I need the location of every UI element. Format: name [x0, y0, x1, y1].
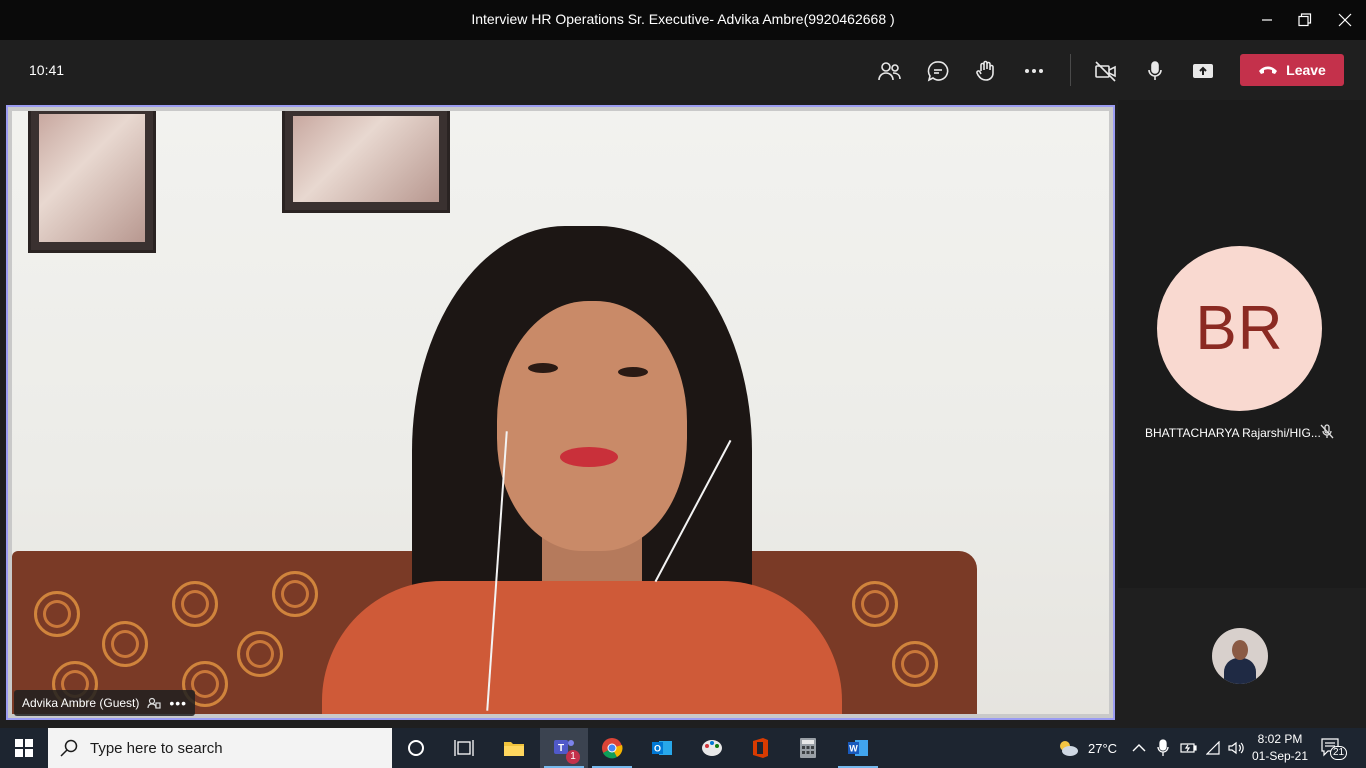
window-title: Interview HR Operations Sr. Executive- A… [471, 11, 895, 27]
teams-taskbar-button[interactable]: T 1 [540, 728, 588, 768]
battery-charging-icon [1180, 743, 1197, 753]
microphone-tray-button[interactable] [1157, 728, 1169, 768]
main-video-tile[interactable] [6, 105, 1115, 720]
wall-photo-frame [28, 111, 156, 253]
cortana-icon [408, 740, 424, 756]
share-screen-button[interactable] [1186, 54, 1220, 88]
hang-up-icon [1259, 66, 1278, 74]
calculator-icon [800, 738, 816, 758]
camera-toggle-button[interactable] [1089, 54, 1123, 88]
muted-microphone-icon [1320, 424, 1334, 445]
battery-tray-button[interactable] [1180, 728, 1198, 768]
weather-temperature: 27°C [1088, 740, 1118, 756]
notification-count: 21 [1330, 746, 1348, 760]
taskbar-date: 01-Sep-21 [1251, 749, 1309, 763]
close-icon [1338, 13, 1352, 27]
outlook-icon: O [652, 741, 672, 755]
wall-photo-frame [282, 111, 450, 213]
task-view-button[interactable] [440, 728, 488, 768]
reactions-button[interactable] [969, 54, 1003, 88]
side-participant-name: BHATTACHARYA Rajarshi/HIG... [1145, 426, 1321, 440]
svg-text:W: W [849, 744, 858, 754]
participant-lips [560, 447, 618, 467]
weather-widget[interactable]: 27°C [1056, 728, 1117, 768]
word-taskbar-button[interactable]: W [834, 728, 882, 768]
chat-button[interactable] [921, 54, 955, 88]
start-button[interactable] [0, 728, 48, 768]
participant-avatar: BR [1157, 246, 1322, 411]
chrome-icon [602, 738, 623, 759]
meeting-timer: 10:41 [29, 62, 65, 78]
participant-options-icon[interactable]: ••• [169, 695, 187, 711]
camera-off-icon [1095, 61, 1116, 82]
cloudy-weather-icon [1060, 741, 1078, 756]
taskbar-clock[interactable]: 8:02 PM 01-Sep-21 [1250, 731, 1310, 765]
meeting-toolbar: 10:41 Leave [0, 40, 1366, 100]
participant-body [322, 581, 842, 714]
video-feed [12, 111, 1109, 714]
svg-text:O: O [654, 744, 661, 754]
chat-icon [927, 61, 949, 82]
raise-hand-icon [976, 60, 994, 81]
search-placeholder: Type here to search [90, 739, 223, 757]
volume-tray-button[interactable] [1228, 728, 1246, 768]
paint-taskbar-button[interactable] [688, 728, 736, 768]
close-button[interactable] [1322, 0, 1366, 40]
windows-taskbar: Type here to search T 1 O W 27°C 8:02 PM… [0, 728, 1366, 768]
minimize-icon [1262, 19, 1272, 21]
leave-label: Leave [1286, 62, 1326, 78]
office-taskbar-button[interactable] [736, 728, 784, 768]
cortana-button[interactable] [392, 728, 440, 768]
participant-name: Advika Ambre (Guest) [22, 696, 140, 710]
self-avatar [1212, 628, 1268, 684]
wifi-icon [1206, 741, 1220, 755]
task-view-icon [454, 740, 474, 756]
folder-icon [504, 742, 524, 756]
office-icon [753, 738, 768, 758]
file-explorer-button[interactable] [490, 728, 538, 768]
calculator-taskbar-button[interactable] [784, 728, 832, 768]
microphone-tray-icon [1157, 739, 1169, 756]
participants-button[interactable] [873, 54, 907, 88]
search-icon [60, 739, 78, 757]
chrome-taskbar-button[interactable] [588, 728, 636, 768]
title-bar: Interview HR Operations Sr. Executive- A… [0, 0, 1366, 40]
more-actions-button[interactable] [1017, 54, 1051, 88]
outlook-taskbar-button[interactable]: O [638, 728, 686, 768]
svg-text:T: T [558, 743, 564, 754]
share-tray-icon [1193, 64, 1213, 78]
microphone-toggle-button[interactable] [1138, 54, 1172, 88]
people-icon [878, 62, 901, 81]
teams-notification-badge: 1 [566, 750, 580, 764]
speaker-icon [1228, 741, 1244, 755]
windows-logo-icon [15, 739, 33, 757]
guest-icon [147, 697, 161, 709]
ellipsis-icon [1025, 69, 1043, 73]
notification-center-button[interactable]: 21 [1320, 728, 1348, 768]
network-tray-button[interactable] [1206, 728, 1222, 768]
show-hidden-icons-button[interactable] [1132, 728, 1146, 768]
taskbar-search[interactable]: Type here to search [48, 728, 392, 768]
paint-palette-icon [702, 740, 722, 756]
toolbar-divider [1070, 54, 1071, 86]
chevron-up-icon [1132, 744, 1146, 752]
microphone-icon [1148, 61, 1162, 80]
participant-name-tag[interactable]: Advika Ambre (Guest) ••• [14, 690, 196, 716]
restore-icon [1298, 13, 1312, 27]
word-icon: W [848, 740, 868, 756]
taskbar-time: 8:02 PM [1257, 732, 1303, 746]
leave-button[interactable]: Leave [1240, 54, 1344, 86]
participant-face [497, 301, 687, 551]
